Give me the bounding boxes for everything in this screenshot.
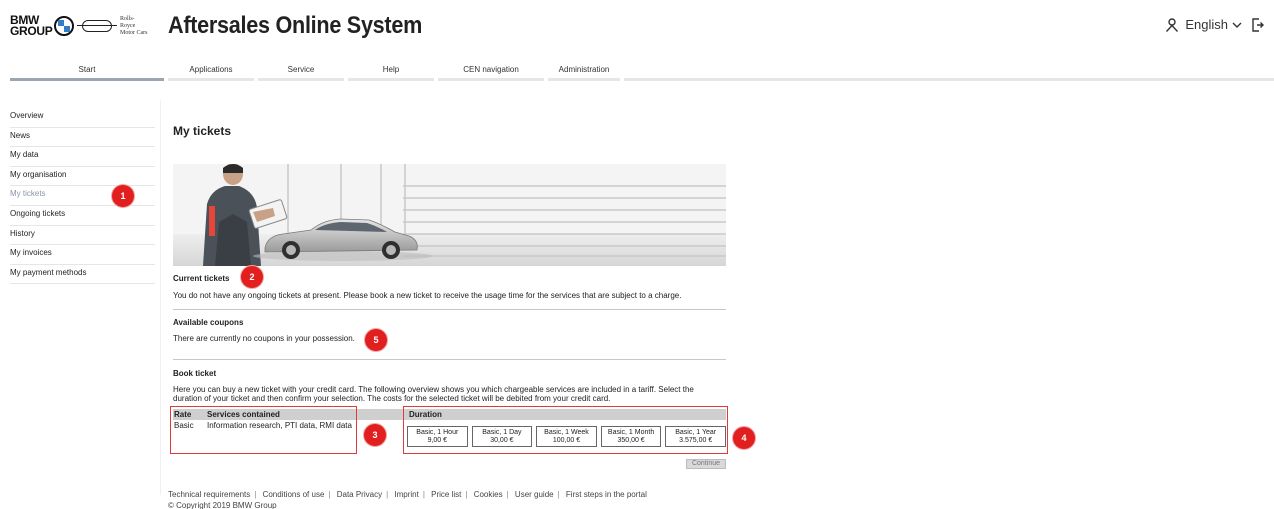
highlight-duration-table <box>403 406 728 454</box>
tab-label: Administration <box>558 65 610 74</box>
book-ticket-text-line2: duration of your ticket and then confirm… <box>173 394 611 403</box>
footer-link-cookies[interactable]: Cookies <box>474 490 503 499</box>
chevron-down-icon <box>1232 17 1242 32</box>
footer-link-price-list[interactable]: Price list <box>431 490 461 499</box>
divider <box>173 309 726 310</box>
footer-link-user-guide[interactable]: User guide <box>515 490 554 499</box>
tab-label: CEN navigation <box>463 65 519 74</box>
table-header-spacer <box>355 409 405 420</box>
sidebar-item-my-data[interactable]: My data <box>10 147 155 167</box>
tab-label: Applications <box>189 65 233 74</box>
footer-link-technical-requirements[interactable]: Technical requirements <box>168 490 250 499</box>
book-ticket-title: Book ticket <box>173 369 217 378</box>
footer-link-conditions-of-use[interactable]: Conditions of use <box>263 490 325 499</box>
book-ticket-text-line1: Here you can buy a new ticket with your … <box>173 385 694 394</box>
footer-link-first-steps[interactable]: First steps in the portal <box>566 490 647 499</box>
tab-label: Service <box>287 65 315 74</box>
current-tickets-text: You do not have any ongoing tickets at p… <box>173 291 682 300</box>
annotation-marker-4: 4 <box>733 427 755 449</box>
language-label: English <box>1185 17 1228 32</box>
continue-button[interactable]: Continue <box>686 459 726 469</box>
highlight-rate-table <box>170 406 357 454</box>
tab-label: Start <box>78 65 96 74</box>
sidebar-divider <box>160 100 161 495</box>
bmw-group-logo: BMW GROUP <box>10 13 53 38</box>
language-select[interactable]: English <box>1185 17 1242 32</box>
app-title: Aftersales Online System <box>168 12 423 39</box>
user-icon[interactable] <box>1165 17 1179 32</box>
sidebar-item-overview[interactable]: Overview <box>10 108 155 128</box>
tab-applications[interactable]: Applications <box>168 65 254 81</box>
tab-cen-navigation[interactable]: CEN navigation <box>438 65 544 81</box>
footer-link-data-privacy[interactable]: Data Privacy <box>337 490 382 499</box>
top-navigation: Start Applications Service Help CEN navi… <box>10 65 1274 81</box>
annotation-marker-5: 5 <box>365 329 387 351</box>
hero-image <box>173 164 726 266</box>
sidebar-item-history[interactable]: History <box>10 226 155 246</box>
footer-link-imprint[interactable]: Imprint <box>394 490 418 499</box>
header-right: English <box>1165 17 1264 32</box>
sidebar-item-news[interactable]: News <box>10 128 155 148</box>
available-coupons-title: Available coupons <box>173 318 244 327</box>
rolls-royce-logo: Rolls-Royce Motor Cars <box>120 15 148 36</box>
copyright: © Copyright 2019 BMW Group <box>168 501 277 509</box>
sidebar-item-ongoing-tickets[interactable]: Ongoing tickets <box>10 206 155 226</box>
mini-logo-icon <box>77 20 117 32</box>
sidebar-item-my-organisation[interactable]: My organisation <box>10 167 155 187</box>
current-tickets-title: Current tickets <box>173 274 230 283</box>
tab-label: Help <box>382 65 400 74</box>
sidebar-item-my-invoices[interactable]: My invoices <box>10 245 155 265</box>
page-title: My tickets <box>173 124 232 138</box>
logout-icon[interactable] <box>1252 17 1264 32</box>
annotation-marker-2: 2 <box>241 266 263 288</box>
tab-administration[interactable]: Administration <box>548 65 620 81</box>
tab-service[interactable]: Service <box>258 65 344 81</box>
footer-links: Technical requirements | Conditions of us… <box>168 490 647 499</box>
nav-filler <box>624 78 1274 81</box>
bmw-roundel-icon <box>54 16 74 36</box>
divider <box>173 359 726 360</box>
annotation-marker-3: 3 <box>364 424 386 446</box>
annotation-marker-1: 1 <box>112 185 134 207</box>
available-coupons-text: There are currently no coupons in your p… <box>173 334 355 343</box>
tab-start[interactable]: Start <box>10 65 164 81</box>
sidebar-item-my-payment-methods[interactable]: My payment methods <box>10 265 155 285</box>
tab-help[interactable]: Help <box>348 65 434 81</box>
brand-logos: BMW GROUP Rolls-Royce Motor Cars <box>10 12 148 40</box>
